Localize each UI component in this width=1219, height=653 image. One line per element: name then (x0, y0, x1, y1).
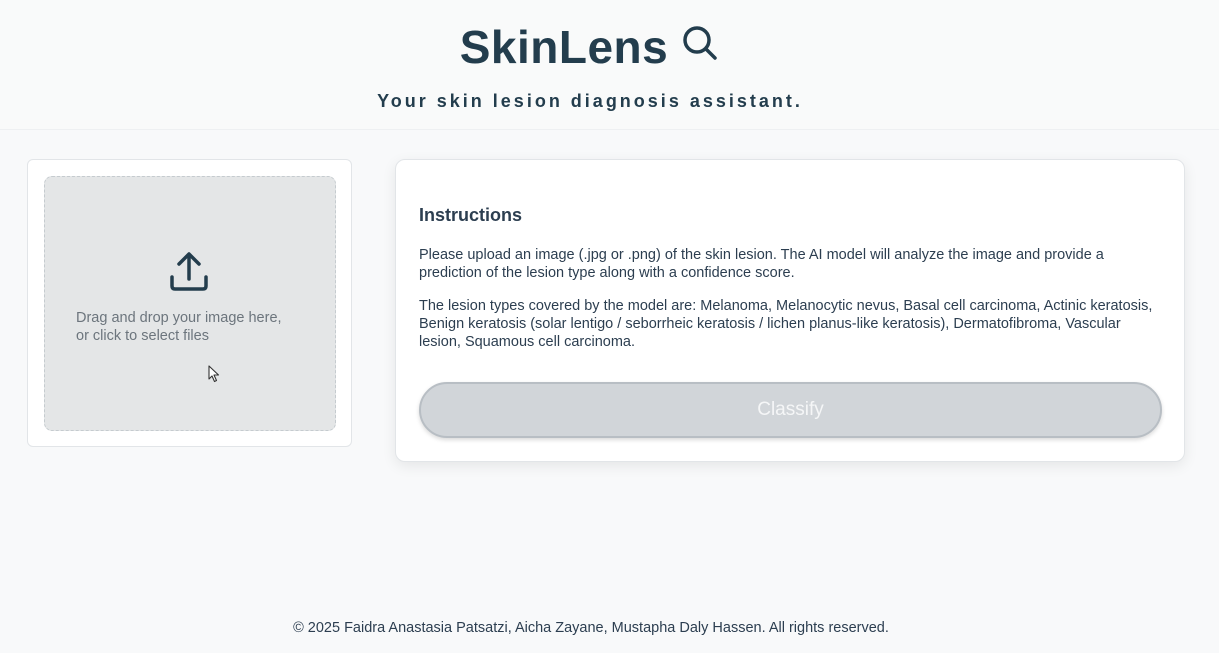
upload-card: Drag and drop your image here, or click … (27, 159, 352, 447)
dropzone-text: Drag and drop your image here, or click … (76, 309, 316, 345)
footer-copyright: © 2025 Faidra Anastasia Patsatzi, Aicha … (293, 620, 889, 636)
page-header: SkinLens Your skin lesion diagnosis assi… (0, 0, 1219, 130)
search-icon (683, 26, 717, 60)
instructions-paragraph-2: The lesion types covered by the model ar… (419, 298, 1153, 350)
instructions-paragraph-1: Please upload an image (.jpg or .png) of… (419, 247, 1104, 281)
upload-icon (170, 252, 208, 291)
app-title: SkinLens (459, 21, 669, 73)
title-row: SkinLens (0, 20, 1180, 74)
instructions-title: Instructions (419, 205, 523, 225)
instructions-card: Instructions Please upload an image (.jp… (395, 159, 1185, 462)
mouse-cursor-icon (208, 365, 220, 383)
dropzone-line1: Drag and drop your image here, (76, 310, 282, 326)
tagline: Your skin lesion diagnosis assistant. (377, 91, 803, 111)
classify-button[interactable]: Classify (419, 382, 1162, 438)
image-dropzone[interactable]: Drag and drop your image here, or click … (44, 176, 336, 431)
dropzone-line2: or click to select files (76, 328, 209, 344)
